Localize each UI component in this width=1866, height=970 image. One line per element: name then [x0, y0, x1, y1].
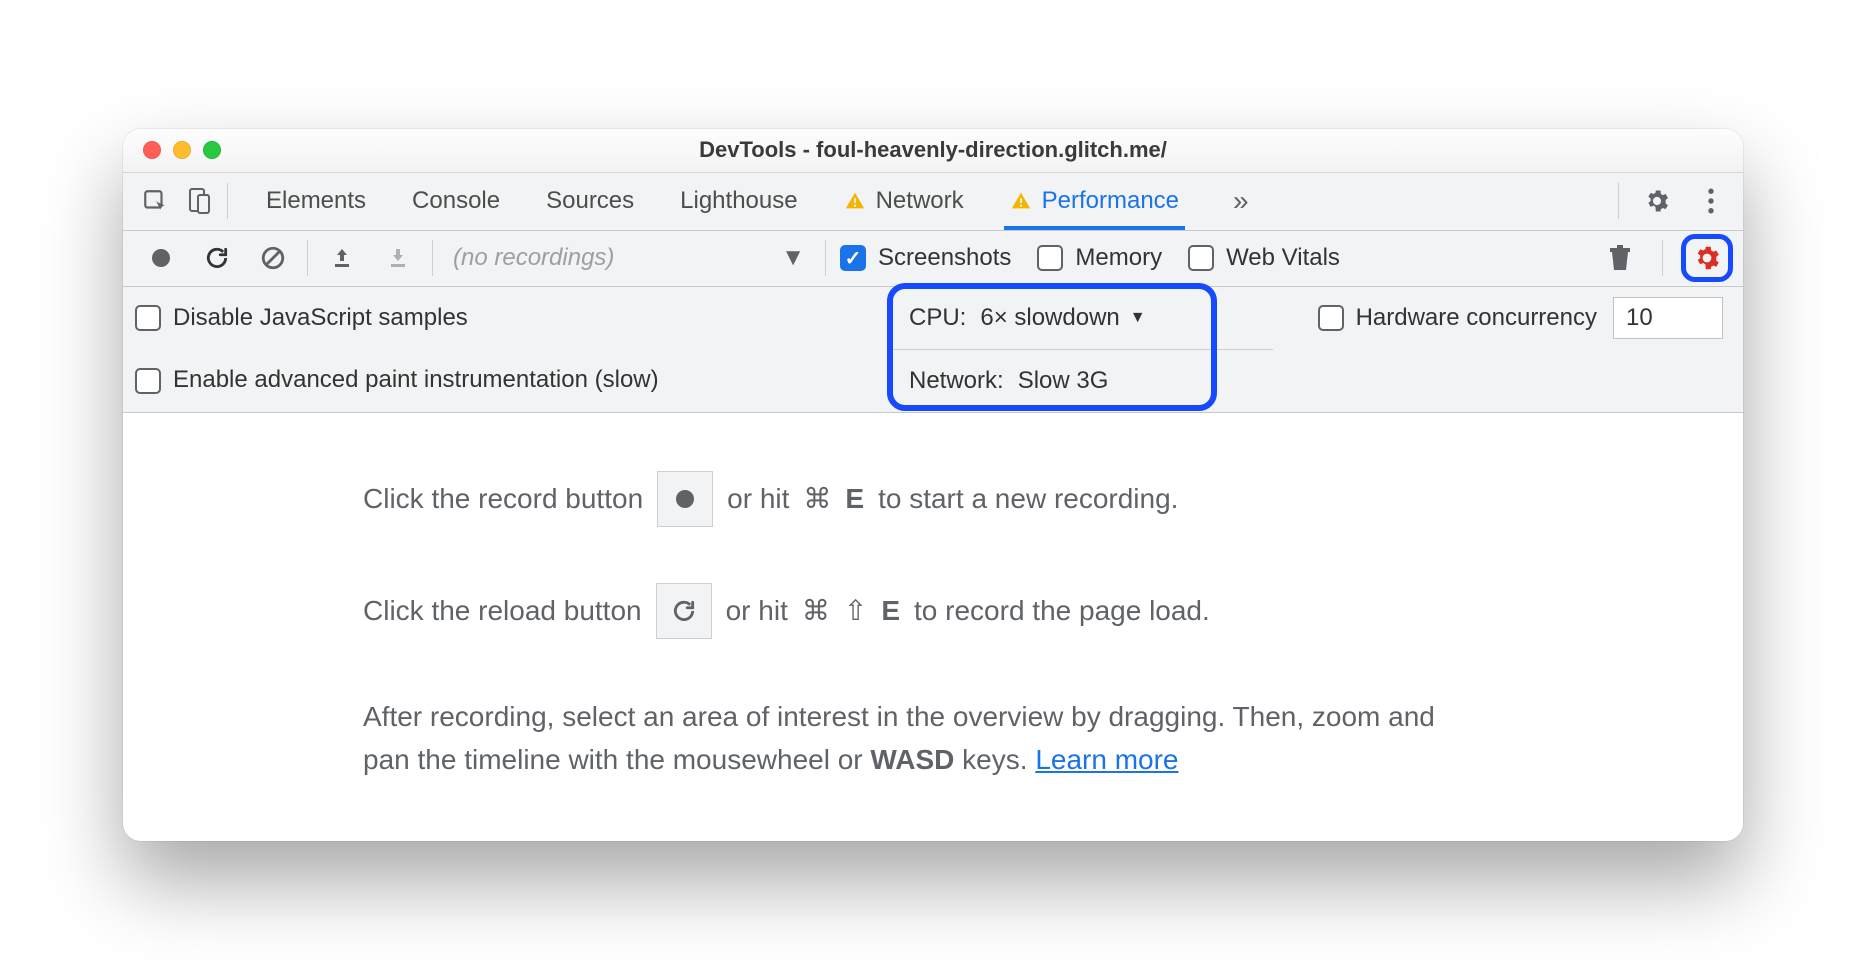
save-profile-button[interactable] [370, 236, 426, 280]
capture-settings-button[interactable] [1692, 243, 1722, 273]
record-hint: Click the record button or hit ⌘ E to st… [363, 471, 1683, 527]
zoom-window-button[interactable] [203, 141, 221, 159]
chevron-down-icon: ▼ [781, 244, 805, 272]
web-vitals-checkbox[interactable]: Web Vitals [1188, 244, 1340, 272]
checkbox-icon [1037, 245, 1063, 271]
screenshots-checkbox[interactable]: ✓ Screenshots [840, 244, 1011, 272]
memory-checkbox[interactable]: Memory [1037, 244, 1162, 272]
tab-console[interactable]: Console [406, 172, 506, 230]
divider [825, 240, 826, 276]
tab-sources[interactable]: Sources [540, 172, 640, 230]
close-window-button[interactable] [143, 141, 161, 159]
hardware-concurrency-input[interactable] [1613, 297, 1723, 339]
recordings-dropdown[interactable]: (no recordings) ▼ [439, 236, 819, 280]
performance-toolbar: (no recordings) ▼ ✓ Screenshots Memory W… [123, 231, 1743, 287]
warning-icon [1010, 190, 1032, 212]
divider [227, 183, 228, 219]
capture-settings-highlight [1681, 234, 1733, 282]
tabs: Elements Console Sources Lighthouse Netw… [260, 172, 1612, 230]
record-button[interactable] [133, 236, 189, 280]
chevron-down-icon: ▼ [1130, 309, 1146, 327]
more-tabs-button[interactable]: » [1219, 185, 1263, 217]
load-profile-button[interactable] [314, 236, 370, 280]
garbage-collect-button[interactable] [1596, 236, 1644, 280]
divider [432, 240, 433, 276]
tab-performance[interactable]: Performance [1004, 172, 1185, 230]
recordings-placeholder: (no recordings) [453, 244, 614, 272]
checkbox-icon [1318, 305, 1344, 331]
window-title: DevTools - foul-heavenly-direction.glitc… [123, 137, 1743, 163]
disable-js-samples-checkbox[interactable]: Disable JavaScript samples [135, 304, 468, 332]
inspect-element-icon[interactable] [133, 179, 177, 223]
tab-lighthouse[interactable]: Lighthouse [674, 172, 803, 230]
kebab-menu-icon[interactable] [1689, 179, 1733, 223]
window-controls [123, 141, 221, 159]
reload-icon [656, 583, 712, 639]
instructions-paragraph: After recording, select an area of inter… [363, 695, 1463, 782]
checkbox-checked-icon: ✓ [840, 245, 866, 271]
network-throttling-select[interactable]: Network: Slow 3G [893, 367, 1124, 395]
clear-button[interactable] [245, 236, 301, 280]
divider [1662, 240, 1663, 276]
minimize-window-button[interactable] [173, 141, 191, 159]
tab-elements[interactable]: Elements [260, 172, 372, 230]
capture-settings-panel: Disable JavaScript samples CPU: 6× slowd… [123, 287, 1743, 413]
devtools-window: DevTools - foul-heavenly-direction.glitc… [123, 129, 1743, 842]
record-icon [657, 471, 713, 527]
tab-network[interactable]: Network [838, 172, 970, 230]
enable-paint-instrumentation-checkbox[interactable]: Enable advanced paint instrumentation (s… [135, 367, 659, 393]
hardware-concurrency-checkbox[interactable]: Hardware concurrency [1318, 304, 1597, 332]
settings-gear-icon[interactable] [1635, 179, 1679, 223]
reload-hint: Click the reload button or hit ⌘ ⇧ E to … [363, 583, 1683, 639]
reload-record-button[interactable] [189, 236, 245, 280]
title-bar: DevTools - foul-heavenly-direction.glitc… [123, 129, 1743, 173]
device-toolbar-icon[interactable] [177, 179, 221, 223]
warning-icon [844, 190, 866, 212]
checkbox-icon [135, 305, 161, 331]
learn-more-link[interactable]: Learn more [1035, 744, 1178, 775]
checkbox-icon [1188, 245, 1214, 271]
divider [307, 240, 308, 276]
checkbox-icon [135, 368, 161, 394]
cpu-throttling-select[interactable]: CPU: 6× slowdown▼ [893, 304, 1162, 332]
divider [1618, 183, 1619, 219]
performance-empty-state: Click the record button or hit ⌘ E to st… [123, 413, 1743, 842]
devtools-tab-strip: Elements Console Sources Lighthouse Netw… [123, 173, 1743, 231]
